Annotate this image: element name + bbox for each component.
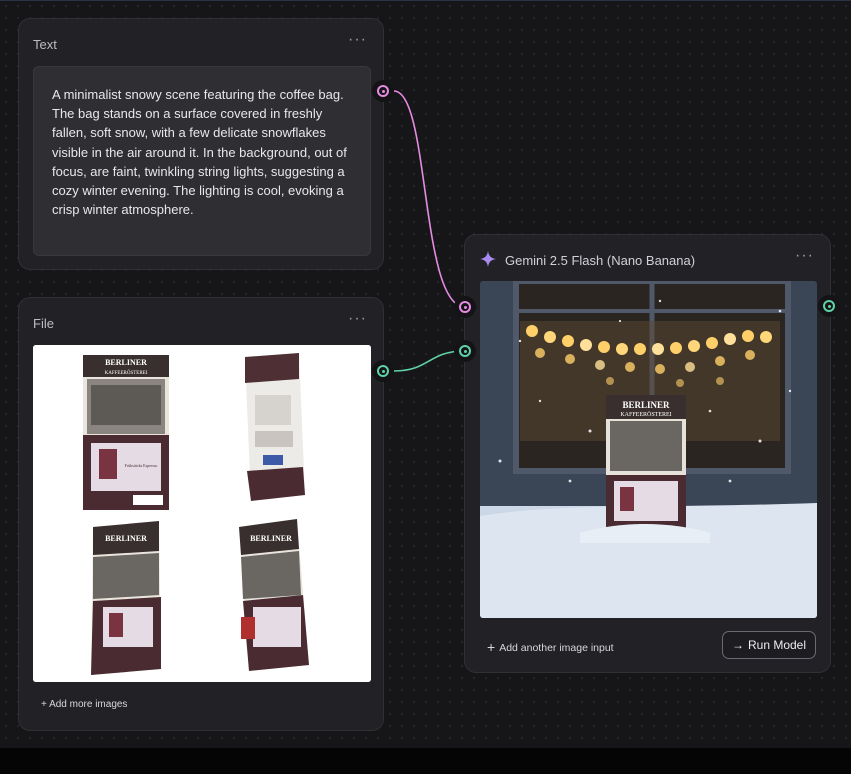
gemini-text-input-port[interactable] bbox=[454, 296, 476, 318]
gemini-node-menu-icon[interactable]: ··· bbox=[795, 247, 814, 265]
bottom-bar bbox=[0, 748, 851, 774]
gemini-node-title: Gemini 2.5 Flash (Nano Banana) bbox=[505, 253, 696, 268]
window-top-border bbox=[0, 0, 851, 1]
bag-back-view bbox=[245, 353, 305, 501]
output-bag-brand-line1: BERLINER bbox=[622, 400, 670, 410]
bag-product-label: Frühstücks Espresso bbox=[125, 463, 158, 468]
coffee-bag-product-photos: BERLINER KAFFEERÖSTEREI Frühstücks Espre… bbox=[33, 345, 371, 682]
text-node-menu-icon[interactable]: ··· bbox=[348, 31, 367, 49]
arrow-right-icon: → bbox=[731, 638, 744, 652]
file-node-menu-icon[interactable]: ··· bbox=[348, 310, 367, 328]
add-more-images-button[interactable]: + Add more images bbox=[41, 699, 127, 710]
generated-output-image: BERLINER KAFFEERÖSTEREI bbox=[480, 281, 817, 618]
file-node-title: File bbox=[33, 316, 54, 331]
gemini-model-node[interactable]: Gemini 2.5 Flash (Nano Banana) ··· BERLI… bbox=[464, 234, 831, 673]
text-node[interactable]: Text ··· A minimalist snowy scene featur… bbox=[18, 18, 384, 270]
add-input-label: Add another image input bbox=[499, 642, 614, 654]
file-output-port[interactable] bbox=[372, 360, 394, 382]
bag-brand-line1: BERLINER bbox=[105, 358, 147, 367]
text-output-port[interactable] bbox=[372, 80, 394, 102]
bag-angled-left-view: BERLINER bbox=[91, 521, 161, 675]
bag3-brand-line1: BERLINER bbox=[105, 534, 147, 543]
run-model-label: Run Model bbox=[747, 638, 807, 652]
bag-angled-right-view: BERLINER bbox=[239, 519, 309, 671]
gemini-output-port[interactable] bbox=[818, 295, 840, 317]
bag4-brand-line1: BERLINER bbox=[250, 534, 292, 543]
run-model-button[interactable]: → Run Model bbox=[722, 631, 816, 659]
plus-icon: + bbox=[487, 639, 496, 655]
bag-brand-line2: KAFFEERÖSTEREI bbox=[105, 370, 148, 376]
coffee-bag-in-snow: BERLINER KAFFEERÖSTEREI bbox=[606, 395, 686, 531]
output-bag-brand-line2: KAFFEERÖSTEREI bbox=[620, 411, 671, 418]
snowy-scene-image: BERLINER KAFFEERÖSTEREI bbox=[480, 281, 817, 618]
prompt-text[interactable]: A minimalist snowy scene featuring the c… bbox=[33, 66, 371, 256]
file-node[interactable]: File ··· BERLINER KAFFEERÖSTEREI Frühstü… bbox=[18, 297, 384, 731]
file-preview-image: BERLINER KAFFEERÖSTEREI Frühstücks Espre… bbox=[33, 345, 371, 682]
text-to-gemini-wire bbox=[393, 90, 466, 308]
text-node-title: Text bbox=[33, 37, 57, 52]
gemini-image-input-port[interactable] bbox=[454, 340, 476, 362]
add-image-input-button[interactable]: + Add another image input bbox=[487, 639, 614, 655]
bag-front-view: BERLINER KAFFEERÖSTEREI Frühstücks Espre… bbox=[83, 355, 169, 510]
sparkle-icon bbox=[480, 251, 496, 267]
